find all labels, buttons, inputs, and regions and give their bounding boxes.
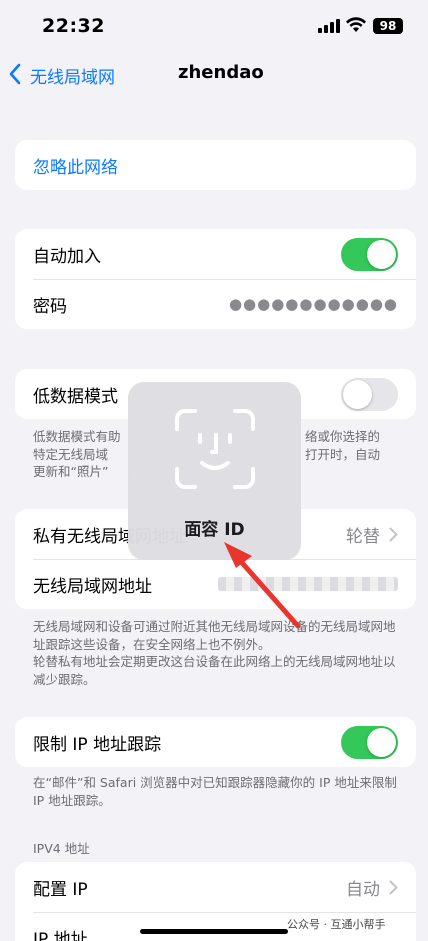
limit-ip-footnote: 在“邮件”和 Safari 浏览器中对已知跟踪器隐藏你的 IP 地址来限制 IP…	[33, 775, 397, 808]
status-bar: 22:32 98	[0, 0, 428, 52]
toggle-knob	[343, 380, 372, 409]
faceid-overlay: 面容 ID	[128, 382, 301, 560]
limit-ip-toggle[interactable]	[341, 726, 398, 759]
faceid-label: 面容 ID	[184, 520, 245, 540]
faceid-icon	[175, 409, 255, 489]
back-button[interactable]: 无线局域网	[30, 63, 115, 88]
password-label: 密码	[33, 296, 67, 317]
page-title: zhendao	[178, 62, 264, 83]
auto-join-label: 自动加入	[33, 246, 101, 267]
low-data-footnote-line: 络或你选择的	[305, 429, 381, 444]
watermark: 公众号 · 互通小帮手	[287, 918, 386, 931]
cellular-signal-icon	[318, 19, 340, 33]
chevron-right-icon	[389, 880, 398, 895]
battery-indicator: 98	[373, 18, 403, 34]
configure-ip-label: 配置 IP	[33, 879, 88, 900]
chevron-right-icon	[389, 527, 398, 542]
wifi-icon	[346, 17, 366, 32]
toggle-knob	[367, 240, 396, 269]
low-data-footnote-line: 打开时，自动	[305, 446, 381, 462]
low-data-footnote-line: 低数据模式有助	[33, 429, 121, 444]
limit-ip-row: 限制 IP 地址跟踪	[15, 717, 416, 767]
password-masked-value: ●●●●●●●●●●●●	[228, 295, 398, 313]
ip-address-label: IP 地址	[33, 929, 88, 941]
join-settings-card: 自动加入 密码 ●●●●●●●●●●●●	[15, 229, 416, 329]
home-indicator	[140, 929, 288, 934]
configure-ip-value: 自动	[346, 879, 380, 900]
forget-network-button[interactable]: 忽略此网络	[15, 140, 416, 190]
configure-ip-row[interactable]: 配置 IP 自动	[15, 862, 416, 912]
toggle-knob	[367, 728, 396, 757]
low-data-footnote-line: 特定无线局域	[33, 446, 109, 462]
navigation-bar: 无线局域网 zhendao	[0, 56, 428, 96]
forget-network-card: 忽略此网络	[15, 140, 416, 190]
wlan-address-redacted	[218, 577, 398, 591]
limit-ip-card: 限制 IP 地址跟踪	[15, 717, 416, 767]
ipv4-section-header: IPV4 地址	[33, 841, 90, 856]
low-data-footnote-line: 更新和“照片”	[33, 464, 109, 479]
back-chevron-icon[interactable]	[8, 63, 22, 85]
private-address-value: 轮替	[346, 526, 380, 547]
status-time: 22:32	[42, 15, 105, 37]
limit-ip-label: 限制 IP 地址跟踪	[33, 734, 162, 755]
low-data-toggle[interactable]	[341, 378, 398, 411]
wlan-address-row: 无线局域网地址	[15, 559, 416, 609]
password-row[interactable]: 密码 ●●●●●●●●●●●●	[15, 279, 416, 329]
auto-join-toggle[interactable]	[341, 238, 398, 271]
low-data-label: 低数据模式	[33, 386, 118, 407]
wlan-address-label: 无线局域网地址	[33, 576, 152, 597]
auto-join-row: 自动加入	[15, 229, 416, 279]
address-footnote: 无线局域网和设备可通过附近其他无线局域网设备的无线局域网地址跟踪这些设备，在安全…	[33, 619, 396, 687]
